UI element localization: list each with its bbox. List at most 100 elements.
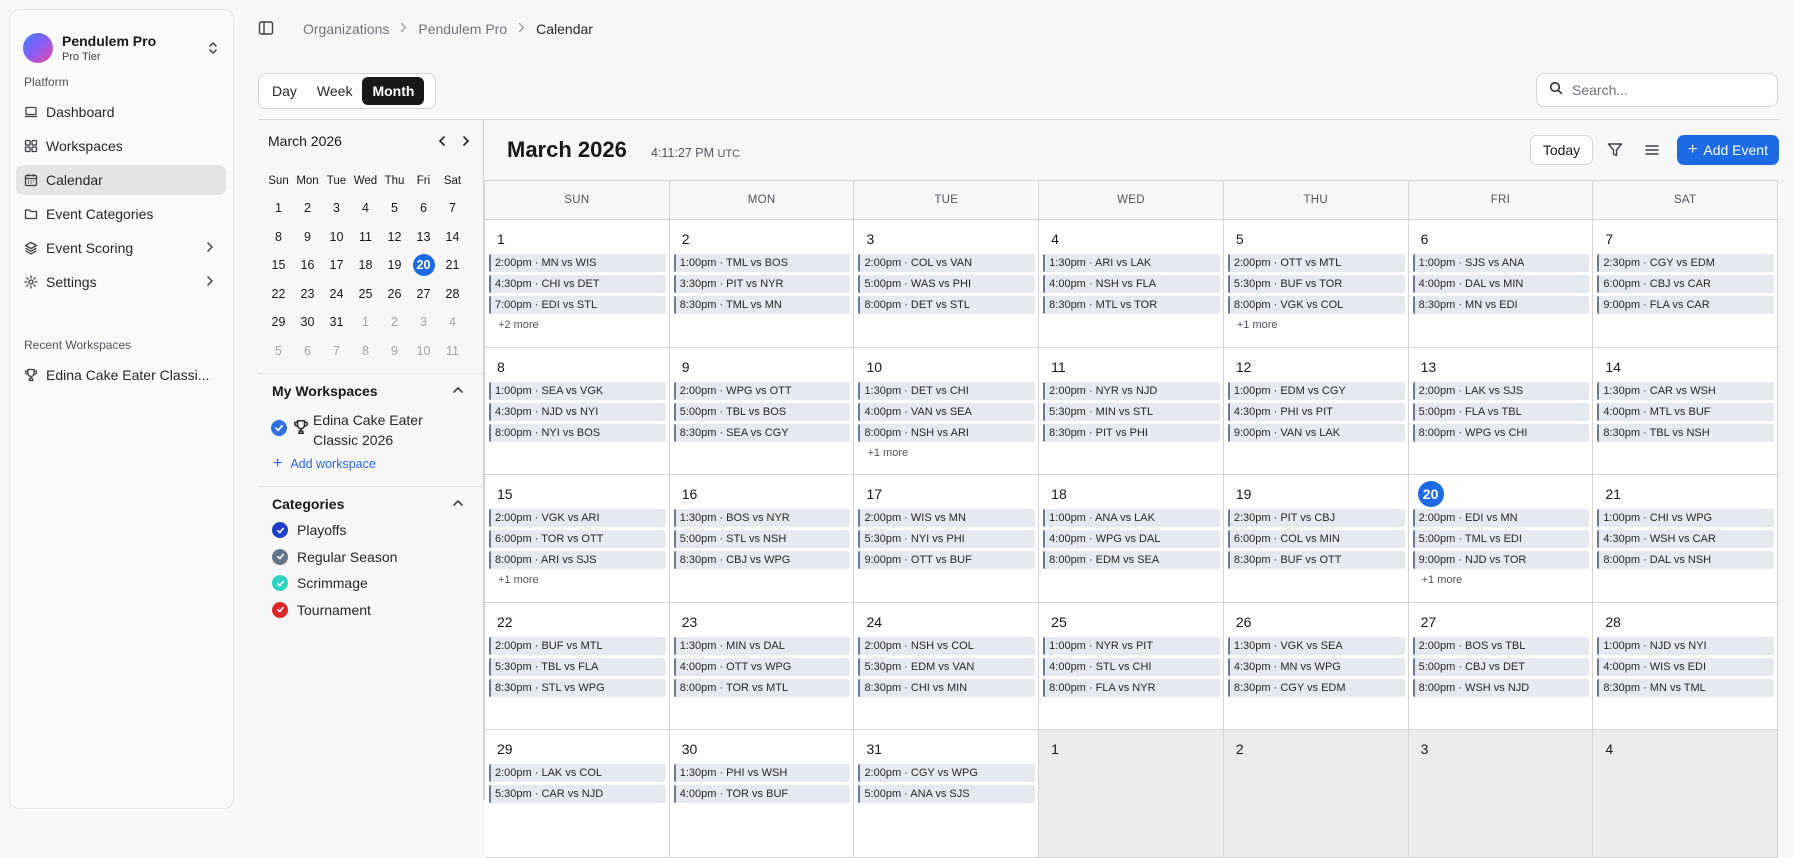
mini-day[interactable]: 8 bbox=[264, 230, 293, 244]
day-cell[interactable]: 30 1:30pm · PHI vs WSH 4:00pm · TOR vs BUF bbox=[669, 730, 855, 858]
breadcrumb-organizations[interactable]: Organizations bbox=[303, 21, 389, 37]
mini-day[interactable]: 14 bbox=[438, 230, 467, 244]
event-chip[interactable]: 1:00pm · EDM vs CGY bbox=[1227, 381, 1405, 400]
day-cell[interactable]: 15 2:00pm · VGK vs ARI 6:00pm · TOR vs OTT… bbox=[485, 475, 670, 603]
event-chip[interactable]: 8:00pm · WSH vs NJD bbox=[1412, 678, 1590, 697]
filter-icon[interactable] bbox=[1606, 141, 1624, 159]
event-chip[interactable]: 8:30pm · MTL vs TOR bbox=[1043, 296, 1220, 314]
event-chip[interactable]: 5:30pm · NYI vs PHI bbox=[858, 530, 1036, 548]
event-chip[interactable]: 8:00pm · EDM vs SEA bbox=[1043, 551, 1220, 569]
mini-day[interactable]: 29 bbox=[264, 315, 293, 329]
day-cell[interactable]: 3 2:00pm · COL vs VAN 5:00pm · WAS vs PHI 8… bbox=[854, 220, 1040, 348]
add-workspace-button[interactable]: + Add workspace bbox=[273, 455, 376, 473]
mini-day[interactable]: 7 bbox=[322, 344, 351, 358]
event-chip[interactable]: 1:30pm · ARI vs LAK bbox=[1043, 254, 1220, 272]
event-chip[interactable]: 4:00pm · WPG vs DAL bbox=[1043, 530, 1220, 548]
event-chip[interactable]: 8:00pm · DET vs STL bbox=[858, 296, 1036, 314]
day-cell[interactable]: 26 1:30pm · VGK vs SEA 4:30pm · MN vs WPG 8… bbox=[1223, 602, 1409, 730]
event-chip[interactable]: 2:30pm · PIT vs CBJ bbox=[1227, 509, 1405, 527]
day-cell[interactable]: 10 1:30pm · DET vs CHI 4:00pm · VAN vs SEA… bbox=[854, 347, 1040, 475]
more-events-link[interactable]: +2 more bbox=[489, 319, 666, 331]
mini-day[interactable]: 9 bbox=[293, 230, 322, 244]
event-chip[interactable]: 9:00pm · VAN vs LAK bbox=[1227, 423, 1405, 442]
event-chip[interactable]: 6:00pm · COL vs MIN bbox=[1227, 530, 1405, 548]
more-events-link[interactable]: +1 more bbox=[1228, 319, 1405, 331]
day-cell[interactable]: 19 2:30pm · PIT vs CBJ 6:00pm · COL vs MIN… bbox=[1223, 475, 1409, 603]
day-cell[interactable]: 1 bbox=[1039, 730, 1224, 858]
event-chip[interactable]: 5:00pm · WAS vs PHI bbox=[858, 275, 1036, 293]
mini-day[interactable]: 20 bbox=[409, 254, 438, 277]
day-cell[interactable]: 29 2:00pm · LAK vs COL 5:30pm · CAR vs NJD bbox=[485, 730, 670, 858]
category-item[interactable]: Tournament bbox=[272, 601, 371, 618]
event-chip[interactable]: 8:30pm · TBL vs NSH bbox=[1597, 423, 1775, 442]
event-chip[interactable]: 9:00pm · OTT vs BUF bbox=[858, 551, 1036, 569]
event-chip[interactable]: 5:30pm · BUF vs TOR bbox=[1227, 275, 1405, 293]
event-chip[interactable]: 4:30pm · WSH vs CAR bbox=[1597, 530, 1775, 548]
day-cell[interactable]: 24 2:00pm · NSH vs COL 5:30pm · EDM vs VAN… bbox=[854, 602, 1040, 730]
day-cell[interactable]: 4 bbox=[1593, 730, 1779, 858]
event-chip[interactable]: 8:30pm · MN vs TML bbox=[1597, 678, 1775, 697]
event-chip[interactable]: 2:00pm · MN vs WIS bbox=[489, 254, 666, 272]
mini-day[interactable]: 2 bbox=[380, 315, 409, 329]
mini-day[interactable]: 3 bbox=[409, 315, 438, 329]
day-cell[interactable]: 17 2:00pm · WIS vs MN 5:30pm · NYI vs PHI 9… bbox=[854, 475, 1040, 603]
event-chip[interactable]: 4:00pm · MTL vs BUF bbox=[1597, 402, 1775, 421]
today-button[interactable]: Today bbox=[1530, 135, 1593, 165]
day-cell[interactable]: 25 1:00pm · NYR vs PIT 4:00pm · STL vs CHI… bbox=[1039, 602, 1224, 730]
mini-day[interactable]: 13 bbox=[409, 230, 438, 244]
event-chip[interactable]: 4:30pm · MN vs WPG bbox=[1227, 657, 1405, 676]
event-chip[interactable]: 8:00pm · ARI vs SJS bbox=[489, 551, 666, 569]
mini-day[interactable]: 26 bbox=[380, 287, 409, 301]
sidebar-item-event-scoring[interactable]: Event Scoring bbox=[16, 233, 226, 263]
event-chip[interactable]: 2:00pm · BOS vs TBL bbox=[1412, 636, 1590, 655]
mini-day[interactable]: 23 bbox=[293, 287, 322, 301]
chevrons-up-down-icon[interactable] bbox=[205, 37, 221, 59]
day-cell[interactable]: 9 2:00pm · WPG vs OTT 5:00pm · TBL vs BOS 8… bbox=[669, 347, 855, 475]
day-cell[interactable]: 13 2:00pm · LAK vs SJS 5:00pm · FLA vs TBL… bbox=[1408, 347, 1594, 475]
event-chip[interactable]: 2:30pm · CGY vs EDM bbox=[1597, 254, 1775, 272]
day-cell[interactable]: 7 2:30pm · CGY vs EDM 6:00pm · CBJ vs CAR 9… bbox=[1593, 220, 1779, 348]
event-chip[interactable]: 4:00pm · WIS vs EDI bbox=[1597, 657, 1775, 676]
chevron-up-icon[interactable] bbox=[452, 383, 464, 397]
event-chip[interactable]: 2:00pm · CGY vs WPG bbox=[858, 764, 1036, 782]
event-chip[interactable]: 5:00pm · ANA vs SJS bbox=[858, 785, 1036, 803]
event-chip[interactable]: 8:00pm · TOR vs MTL bbox=[673, 678, 851, 697]
category-item[interactable]: Scrimmage bbox=[272, 575, 368, 591]
tab-day[interactable]: Day bbox=[262, 77, 307, 105]
day-cell[interactable]: 11 2:00pm · NYR vs NJD 5:30pm · MIN vs STL… bbox=[1039, 347, 1224, 475]
more-events-link[interactable]: +1 more bbox=[1413, 574, 1590, 586]
event-chip[interactable]: 1:00pm · SJS vs ANA bbox=[1412, 254, 1590, 272]
event-chip[interactable]: 1:00pm · ANA vs LAK bbox=[1043, 509, 1220, 527]
mini-day[interactable]: 27 bbox=[409, 287, 438, 301]
day-cell[interactable]: 14 1:30pm · CAR vs WSH 4:00pm · MTL vs BUF… bbox=[1593, 347, 1779, 475]
mini-day[interactable]: 7 bbox=[438, 201, 467, 215]
mini-day[interactable]: 6 bbox=[293, 344, 322, 358]
mini-day[interactable]: 12 bbox=[380, 230, 409, 244]
event-chip[interactable]: 5:30pm · MIN vs STL bbox=[1043, 402, 1220, 421]
day-cell[interactable]: 3 bbox=[1408, 730, 1594, 858]
event-chip[interactable]: 4:00pm · NSH vs FLA bbox=[1043, 275, 1220, 293]
day-cell[interactable]: 8 1:00pm · SEA vs VGK 4:30pm · NJD vs NYI 8… bbox=[485, 347, 670, 475]
event-chip[interactable]: 2:00pm · BUF vs MTL bbox=[489, 636, 666, 655]
event-chip[interactable]: 6:00pm · TOR vs OTT bbox=[489, 530, 666, 548]
event-chip[interactable]: 2:00pm · EDI vs MN bbox=[1412, 509, 1590, 527]
event-chip[interactable]: 8:00pm · WPG vs CHI bbox=[1412, 423, 1590, 442]
event-chip[interactable]: 8:00pm · DAL vs NSH bbox=[1597, 551, 1775, 569]
event-chip[interactable]: 1:00pm · NJD vs NYI bbox=[1597, 636, 1775, 655]
event-chip[interactable]: 5:30pm · EDM vs VAN bbox=[858, 657, 1036, 676]
mini-day[interactable]: 30 bbox=[293, 315, 322, 329]
event-chip[interactable]: 8:30pm · STL vs WPG bbox=[489, 678, 666, 697]
event-chip[interactable]: 1:30pm · CAR vs WSH bbox=[1597, 381, 1775, 400]
workspace-item[interactable]: Edina Cake Eater Classic 2026 bbox=[271, 410, 471, 450]
day-cell[interactable]: 28 1:00pm · NJD vs NYI 4:00pm · WIS vs EDI… bbox=[1593, 602, 1779, 730]
mini-day[interactable]: 10 bbox=[409, 344, 438, 358]
mini-day[interactable]: 1 bbox=[351, 315, 380, 329]
chevron-up-icon[interactable] bbox=[452, 496, 464, 510]
event-chip[interactable]: 4:30pm · NJD vs NYI bbox=[489, 402, 666, 421]
event-chip[interactable]: 8:30pm · CHI vs MIN bbox=[858, 678, 1036, 697]
day-cell[interactable]: 5 2:00pm · OTT vs MTL 5:30pm · BUF vs TOR 8… bbox=[1223, 220, 1409, 348]
event-chip[interactable]: 2:00pm · WPG vs OTT bbox=[673, 381, 851, 400]
event-chip[interactable]: 5:00pm · TBL vs BOS bbox=[673, 402, 851, 421]
list-icon[interactable] bbox=[1643, 141, 1661, 159]
event-chip[interactable]: 8:30pm · MN vs EDI bbox=[1412, 296, 1590, 314]
